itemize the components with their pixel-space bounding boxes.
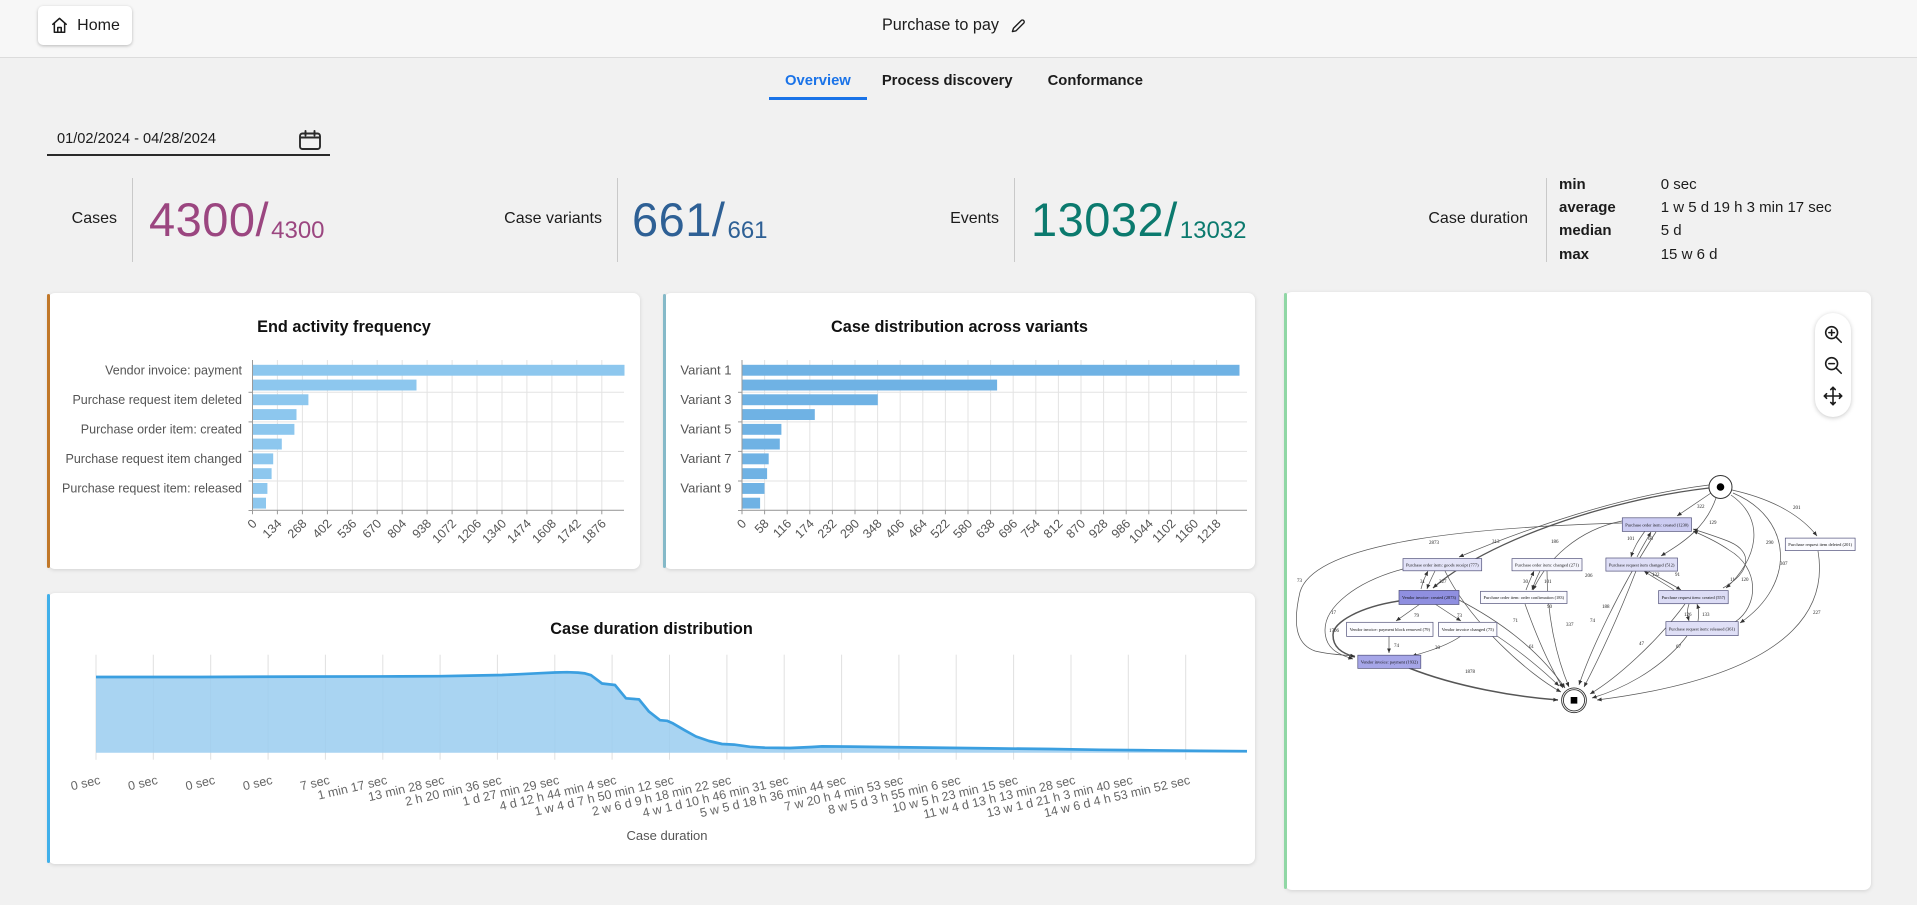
svg-text:Purchase request item: release: Purchase request item: released (361)	[1669, 626, 1736, 631]
svg-text:812: 812	[1041, 516, 1066, 541]
svg-text:67: 67	[1676, 645, 1682, 650]
svg-text:268: 268	[285, 516, 310, 541]
svg-text:1218: 1218	[1194, 516, 1224, 546]
svg-text:1706: 1706	[1329, 629, 1340, 634]
svg-text:58: 58	[752, 516, 772, 536]
svg-text:870: 870	[1063, 516, 1088, 541]
svg-text:Purchase request item: created: Purchase request item: created (557)	[1662, 595, 1726, 600]
svg-text:74: 74	[1394, 644, 1400, 649]
svg-text:307: 307	[1780, 562, 1788, 567]
svg-text:337: 337	[1566, 623, 1574, 628]
svg-text:101: 101	[1627, 537, 1635, 542]
svg-text:30: 30	[1435, 646, 1441, 651]
svg-text:348: 348	[860, 516, 885, 541]
svg-text:Vendor invoice changed (75): Vendor invoice changed (75)	[1442, 627, 1495, 632]
svg-text:0: 0	[245, 516, 260, 531]
svg-text:71: 71	[1513, 619, 1519, 624]
svg-text:0 sec: 0 sec	[127, 773, 159, 793]
svg-text:638: 638	[973, 516, 998, 541]
svg-text:134: 134	[260, 516, 285, 541]
svg-text:Purchase order item: changed (: Purchase order item: changed (271)	[1515, 563, 1579, 568]
svg-text:Vendor invoice: created (2873): Vendor invoice: created (2873)	[1402, 595, 1456, 600]
svg-text:Purchase order item: created: Purchase order item: created	[81, 423, 242, 437]
svg-text:1160: 1160	[1172, 516, 1201, 545]
svg-text:1102: 1102	[1150, 516, 1179, 545]
svg-text:1340: 1340	[480, 516, 510, 546]
svg-text:Vendor invoice: payment (1932): Vendor invoice: payment (1932)	[1361, 660, 1418, 665]
svg-text:536: 536	[335, 516, 360, 541]
svg-text:61: 61	[1529, 645, 1535, 650]
svg-text:402: 402	[310, 516, 335, 541]
svg-text:73: 73	[1457, 614, 1463, 619]
svg-text:2873: 2873	[1429, 541, 1440, 546]
svg-text:120: 120	[1741, 578, 1749, 583]
svg-text:Purchase request item deleted: Purchase request item deleted	[72, 393, 242, 407]
svg-text:90: 90	[1547, 605, 1553, 610]
svg-text:1072: 1072	[430, 516, 460, 546]
svg-text:227: 227	[1813, 611, 1821, 616]
svg-text:313: 313	[1492, 540, 1500, 545]
svg-text:Purchase request item changed: Purchase request item changed	[66, 452, 243, 466]
svg-text:Purchase request item changed: Purchase request item changed (512)	[1609, 562, 1675, 567]
svg-text:670: 670	[360, 516, 385, 541]
svg-text:Purchase request item deleted: Purchase request item deleted (201)	[1788, 542, 1852, 547]
svg-text:522: 522	[928, 516, 953, 541]
svg-text:Purchase order item: order con: Purchase order item: order confirmation …	[1484, 595, 1565, 600]
svg-text:206: 206	[1585, 574, 1593, 579]
svg-text:74: 74	[1590, 619, 1596, 624]
svg-text:47: 47	[1639, 642, 1645, 647]
svg-text:186: 186	[1551, 540, 1559, 545]
svg-text:129: 129	[1709, 521, 1717, 526]
svg-text:Case duration: Case duration	[627, 828, 708, 843]
svg-text:Purchase order item: goods rec: Purchase order item: goods receipt (777)	[1406, 563, 1479, 568]
svg-text:Vendor invoice: payment: Vendor invoice: payment	[105, 364, 242, 378]
svg-text:290: 290	[1766, 541, 1774, 546]
svg-text:133: 133	[1702, 613, 1710, 618]
svg-text:Variant 5: Variant 5	[680, 422, 731, 437]
svg-text:174: 174	[792, 516, 817, 541]
svg-text:Variant 3: Variant 3	[680, 392, 731, 407]
svg-text:0 sec: 0 sec	[69, 773, 101, 793]
svg-text:928: 928	[1086, 516, 1111, 541]
svg-text:1608: 1608	[529, 516, 559, 546]
svg-text:322: 322	[1697, 505, 1705, 510]
svg-text:126: 126	[1684, 613, 1692, 618]
svg-text:91: 91	[1675, 573, 1681, 578]
svg-text:Purchase order item: created (: Purchase order item: created (1230)	[1625, 522, 1689, 527]
svg-text:1474: 1474	[504, 516, 534, 546]
svg-text:Vendor invoice: payment block: Vendor invoice: payment block removed (7…	[1350, 627, 1431, 632]
svg-text:Variant 1: Variant 1	[680, 363, 731, 378]
svg-text:0 sec: 0 sec	[242, 773, 274, 793]
svg-text:290: 290	[837, 516, 862, 541]
svg-text:116: 116	[770, 516, 794, 540]
svg-text:30: 30	[1523, 580, 1529, 585]
svg-text:232: 232	[815, 516, 840, 541]
svg-text:804: 804	[385, 516, 410, 541]
svg-text:1206: 1206	[455, 516, 485, 546]
svg-text:188: 188	[1602, 605, 1610, 610]
svg-text:696: 696	[996, 516, 1021, 541]
svg-text:1876: 1876	[579, 516, 609, 546]
svg-text:754: 754	[1018, 516, 1043, 541]
svg-text:73: 73	[1297, 579, 1303, 584]
svg-text:Purchase request item: release: Purchase request item: released	[62, 482, 242, 496]
svg-text:406: 406	[883, 516, 908, 541]
svg-text:Variant 9: Variant 9	[680, 481, 731, 496]
svg-text:327: 327	[1439, 580, 1447, 585]
svg-text:Variant 7: Variant 7	[680, 451, 731, 466]
svg-text:79: 79	[1414, 614, 1420, 619]
svg-text:0: 0	[734, 516, 749, 531]
svg-text:580: 580	[950, 516, 975, 541]
svg-text:1878: 1878	[1465, 670, 1476, 675]
svg-text:1742: 1742	[554, 516, 584, 546]
svg-text:101: 101	[1544, 580, 1552, 585]
svg-text:17: 17	[1331, 611, 1337, 616]
svg-text:464: 464	[905, 516, 930, 541]
svg-text:201: 201	[1793, 506, 1801, 511]
svg-text:0 sec: 0 sec	[184, 773, 216, 793]
svg-text:1044: 1044	[1126, 516, 1156, 546]
svg-text:31: 31	[1420, 580, 1426, 585]
